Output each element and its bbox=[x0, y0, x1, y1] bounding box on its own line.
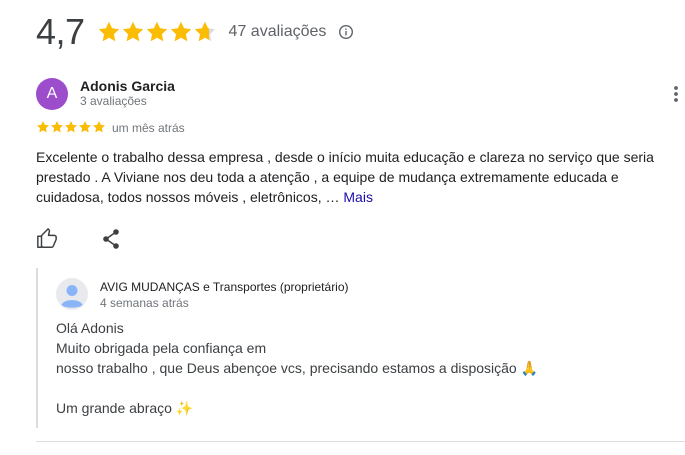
review-count-link[interactable]: 47 avaliações bbox=[229, 23, 327, 41]
average-rating: 4,7 bbox=[36, 11, 85, 52]
reply-line: Muito obrigada pela confiança em bbox=[56, 340, 267, 356]
reply-line: nosso trabalho , que Deus abençoe vcs, p… bbox=[56, 360, 539, 376]
reply-date: 4 semanas atrás bbox=[100, 296, 189, 310]
review-stars bbox=[36, 120, 106, 134]
divider bbox=[36, 441, 685, 442]
star-icon bbox=[37, 121, 49, 133]
star-icon bbox=[65, 121, 77, 133]
reviewer-review-count: 3 avaliações bbox=[80, 94, 147, 108]
more-vert-icon[interactable] bbox=[666, 84, 685, 104]
star-icon bbox=[146, 21, 167, 42]
reviewer-name[interactable]: Adonis Garcia bbox=[80, 78, 175, 94]
thumb-up-icon[interactable] bbox=[36, 228, 58, 250]
star-icon bbox=[93, 121, 105, 133]
reply-line: Um grande abraço ✨ bbox=[56, 400, 194, 416]
star-icon bbox=[122, 21, 143, 42]
share-icon[interactable] bbox=[101, 228, 121, 250]
star-icon bbox=[51, 121, 63, 133]
owner-reply: AVIG MUDANÇAS e Transportes (proprietári… bbox=[36, 268, 685, 428]
star-icon bbox=[170, 21, 191, 42]
average-rating-stars bbox=[97, 20, 217, 44]
owner-avatar-icon bbox=[56, 278, 88, 310]
rating-summary: 4,7 47 avaliações bbox=[36, 12, 354, 52]
star-icon bbox=[79, 121, 91, 133]
reviewer-avatar[interactable]: A bbox=[36, 78, 68, 110]
info-icon[interactable] bbox=[338, 24, 354, 40]
reply-line: Olá Adonis bbox=[56, 320, 124, 336]
review-date: um mês atrás bbox=[112, 121, 185, 135]
star-icon bbox=[98, 21, 119, 42]
star-icon bbox=[194, 21, 215, 42]
more-link[interactable]: Mais bbox=[343, 189, 373, 205]
owner-name: AVIG MUDANÇAS e Transportes (proprietári… bbox=[100, 280, 349, 294]
review-text: Excelente o trabalho dessa empresa , des… bbox=[36, 147, 666, 207]
